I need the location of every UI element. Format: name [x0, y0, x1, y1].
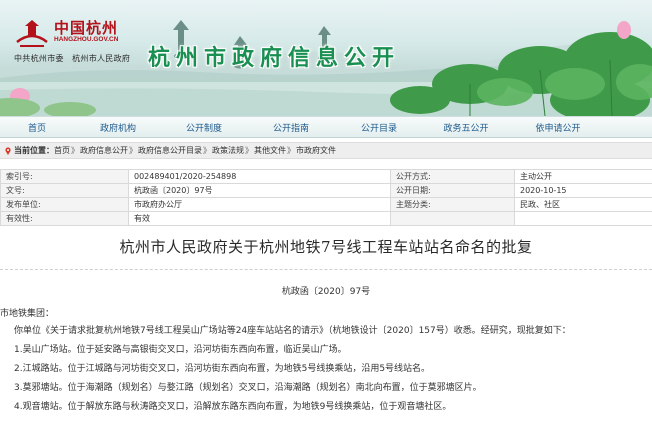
meta-value-empty [514, 211, 652, 226]
meta-value-topic: 民政、社区 [514, 197, 652, 212]
breadcrumb-policies[interactable]: 政策法规 [212, 145, 244, 156]
body-paragraph: 你单位《关于请求批复杭州地铁7号线工程吴山广场站等24座车站站名的请示》（杭地铁… [14, 326, 571, 336]
meta-key-empty [390, 211, 515, 226]
logo-title: 中国杭州 [54, 19, 119, 37]
nav-item-five-disclosures[interactable]: 政务五公开 [422, 121, 510, 134]
breadcrumb-city-gov-docs[interactable]: 市政府文件 [296, 145, 336, 156]
document-number: 杭政函〔2020〕97号 [281, 287, 371, 297]
meta-key-topic: 主题分类: [390, 197, 515, 212]
table-row: 索引号: 002489401/2020-254898 公开方式: 主动公开 [0, 169, 652, 184]
nav-item-disclosure-guide[interactable]: 公开指南 [246, 121, 336, 134]
document-meta-table: 索引号: 002489401/2020-254898 公开方式: 主动公开 文号… [0, 169, 652, 226]
meta-value-validity: 有效 [128, 211, 391, 226]
meta-key-publisher: 发布单位: [0, 197, 129, 212]
meta-key-publish-date: 公开日期: [390, 183, 515, 198]
nav-item-disclosure-catalog[interactable]: 公开目录 [336, 121, 422, 134]
breadcrumb-separator: 》 [129, 146, 137, 155]
breadcrumb-home[interactable]: 首页 [54, 145, 70, 156]
document-title: 杭州市人民政府关于杭州地铁7号线工程车站站名命名的批复 [119, 238, 533, 256]
nav-item-request-disclosure[interactable]: 依申请公开 [510, 121, 606, 134]
meta-key-disclosure-method: 公开方式: [390, 169, 515, 184]
breadcrumb-separator: 》 [287, 146, 295, 155]
body-paragraph: 3.莫邪塘站。位于海潮路（规划名）与婺江路（规划名）交叉口，沿海潮路（规划名）南… [14, 383, 482, 393]
meta-value-publish-date: 2020-10-15 [514, 183, 652, 198]
breadcrumb-other-docs[interactable]: 其他文件 [254, 145, 286, 156]
location-pin-icon [5, 146, 11, 155]
body-paragraph: 1.吴山广场站。位于延安路与高银街交叉口，沿河坊街东西向布置，临近吴山广场。 [14, 345, 347, 355]
site-logo[interactable]: 中国杭州 HANGZHOU.GOV.CN [14, 20, 118, 48]
breadcrumb-separator: 》 [203, 146, 211, 155]
table-row: 发布单位: 市政府办公厅 主题分类: 民政、社区 [0, 197, 652, 212]
meta-value-doc-number: 杭政函〔2020〕97号 [128, 183, 391, 198]
meta-value-disclosure-method: 主动公开 [514, 169, 652, 184]
logo-subtitle: 中共杭州市委 杭州市人民政府 [14, 54, 131, 63]
breadcrumb-separator: 》 [71, 146, 79, 155]
nav-item-disclosure-system[interactable]: 公开制度 [162, 121, 246, 134]
meta-value-publisher: 市政府办公厅 [128, 197, 391, 212]
breadcrumb-gov-info[interactable]: 政府信息公开 [80, 145, 128, 156]
city-emblem-icon [16, 20, 48, 47]
nav-item-government-agencies[interactable]: 政府机构 [74, 121, 162, 134]
breadcrumb: 当前位置： 首页 》 政府信息公开 》 政府信息公开目录 》 政策法规 》 其他… [0, 142, 652, 159]
main-nav: 首页 政府机构 公开制度 公开指南 公开目录 政务五公开 依申请公开 [0, 116, 652, 138]
logo-url: HANGZHOU.GOV.CN [54, 36, 119, 43]
meta-value-index: 002489401/2020-254898 [128, 169, 391, 184]
table-row: 有效性: 有效 [0, 211, 652, 226]
meta-key-validity: 有效性: [0, 211, 129, 226]
breadcrumb-separator: 》 [245, 146, 253, 155]
breadcrumb-label: 当前位置： [14, 146, 54, 155]
meta-key-doc-number: 文号: [0, 183, 129, 198]
breadcrumb-catalog[interactable]: 政府信息公开目录 [138, 145, 202, 156]
meta-key-index: 索引号: [0, 169, 129, 184]
title-divider [0, 269, 652, 270]
site-title: 杭州市政府信息公开 [148, 45, 401, 71]
site-banner: 中国杭州 HANGZHOU.GOV.CN 中共杭州市委 杭州市人民政府 杭州市政… [0, 0, 652, 116]
body-paragraph: 2.江城路站。位于江城路与河坊街交叉口，沿河坊街东西向布置，为地铁5号线换乘站，… [14, 364, 431, 374]
nav-item-home[interactable]: 首页 [0, 121, 74, 134]
body-paragraph: 4.观音塘站。位于解放东路与秋涛路交叉口，沿解放东路东西向布置，为地铁9号线换乘… [14, 402, 452, 412]
table-row: 文号: 杭政函〔2020〕97号 公开日期: 2020-10-15 [0, 183, 652, 198]
document-addressee: 市地铁集团： [0, 309, 55, 319]
